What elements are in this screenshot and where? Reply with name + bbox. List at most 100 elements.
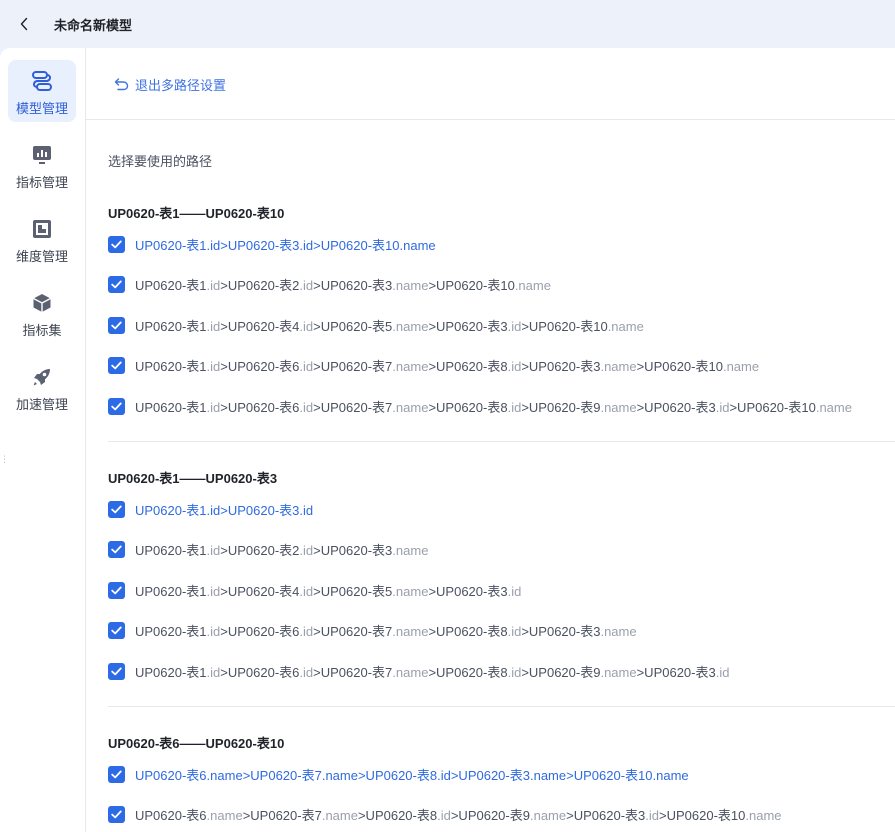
path-option[interactable]: UP0620-表1.id>UP0620-表6.id>UP0620-表7.name… <box>108 397 852 415</box>
sidebar-item-label: 模型管理 <box>15 101 68 116</box>
path-checkbox[interactable] <box>108 357 125 374</box>
path-field-segment: .id <box>507 664 522 680</box>
path-field-segment: .id <box>299 237 314 253</box>
path-option[interactable]: UP0620-表1.id>UP0620-表4.id>UP0620-表5.name… <box>108 316 644 334</box>
path-option[interactable]: UP0620-表1.id>UP0620-表6.id>UP0620-表7.name… <box>108 662 729 680</box>
path-group-title: UP0620-表6——UP0620-表10 <box>108 736 285 751</box>
path-field-segment: .id <box>507 359 522 374</box>
path-field-segment: .name <box>815 399 852 415</box>
path-checkbox[interactable] <box>108 541 125 558</box>
sidebar-item-model-management[interactable]: 模型管理 <box>8 60 76 122</box>
checkmark-icon <box>111 667 122 675</box>
path-table-segment: >UP0620-表6 <box>220 624 300 639</box>
path-option[interactable]: UP0620-表1.id>UP0620-表4.id>UP0620-表5.name… <box>108 581 521 599</box>
path-table-segment: >UP0620-表2 <box>220 543 300 558</box>
top-bar: 未命名新模型 <box>0 0 895 48</box>
main-panel: 退出多路径设置 选择要使用的路径 UP0620-表1——UP0620-表10 UP… <box>86 48 895 832</box>
path-checkbox[interactable] <box>108 276 125 293</box>
cube-icon <box>30 291 54 315</box>
path-table-segment: >UP0620-表3 <box>313 543 393 558</box>
path-field-segment: .name <box>600 624 637 639</box>
path-table-segment: >UP0620-表8 <box>428 399 508 415</box>
path-field-segment: .id <box>206 318 221 334</box>
path-checkbox[interactable] <box>108 662 125 680</box>
path-field-segment: .name <box>392 583 429 599</box>
path-field-segment: .name <box>600 399 637 415</box>
checkmark-icon <box>111 545 122 554</box>
path-option[interactable]: UP0620-表1.id>UP0620-表3.id>UP0620-表10.nam… <box>108 235 436 253</box>
divider <box>86 119 895 120</box>
path-table-segment: >UP0620-表6 <box>220 399 300 415</box>
path-checkbox[interactable] <box>108 581 125 599</box>
path-field-segment: .id <box>206 502 221 518</box>
path-option[interactable]: UP0620-表1.id>UP0620-表3.id <box>108 500 313 518</box>
path-field-segment: .name <box>392 664 429 680</box>
path-table-segment: UP0620-表1 <box>135 543 207 558</box>
path-field-segment: .id <box>507 583 522 599</box>
path-table-segment: >UP0620-表9 <box>521 664 601 680</box>
path-checkbox[interactable] <box>108 500 125 518</box>
checkmark-icon <box>111 402 122 410</box>
path-text: UP0620-表1.id>UP0620-表6.id>UP0620-表7.name… <box>135 662 729 681</box>
path-text: UP0620-表6.name>UP0620-表7.name>UP0620-表8.… <box>135 805 782 824</box>
path-table-segment: UP0620-表6 <box>135 808 207 823</box>
sidebar: 模型管理 指标管理 维度管理 指标集 加速管理 <box>0 48 86 832</box>
path-field-segment: .name <box>392 624 429 639</box>
path-table-segment: >UP0620-表8 <box>428 359 508 374</box>
path-table-segment: UP0620-表1 <box>135 399 207 415</box>
path-table-segment: >UP0620-表4 <box>220 318 300 334</box>
path-table-segment: >UP0620-表9 <box>521 399 601 415</box>
path-field-segment: .name <box>722 359 760 374</box>
path-field-segment: .id <box>299 624 314 639</box>
path-table-segment: >UP0620-表10 <box>566 767 653 783</box>
path-checkbox[interactable] <box>108 765 125 783</box>
group-divider <box>108 441 895 442</box>
sidebar-item-metric-management[interactable]: 指标管理 <box>8 134 76 196</box>
path-checkbox[interactable] <box>108 397 125 415</box>
path-table-segment: >UP0620-表10 <box>313 237 400 253</box>
path-option[interactable]: UP0620-表6.name>UP0620-表7.name>UP0620-表8.… <box>108 765 689 783</box>
undo-icon <box>114 78 129 91</box>
path-option[interactable]: UP0620-表1.id>UP0620-表6.id>UP0620-表7.name… <box>108 622 637 640</box>
sidebar-item-metric-set[interactable]: 指标集 <box>8 282 76 344</box>
sidebar-item-acceleration-management[interactable]: 加速管理 <box>8 356 76 418</box>
path-table-segment: >UP0620-表3 <box>521 359 601 374</box>
path-table-segment: >UP0620-表8 <box>357 808 438 823</box>
checkmark-icon <box>111 361 122 370</box>
page-title: 未命名新模型 <box>54 17 133 33</box>
path-checkbox[interactable] <box>108 806 125 823</box>
sidebar-item-label: 维度管理 <box>15 249 68 264</box>
path-checkbox[interactable] <box>108 235 125 253</box>
path-checkbox[interactable] <box>108 622 125 639</box>
path-field-segment: .id <box>206 359 221 374</box>
path-field-segment: .name <box>392 359 429 374</box>
path-field-segment: .id <box>299 502 314 518</box>
path-checkbox[interactable] <box>108 316 125 334</box>
path-text: UP0620-表1.id>UP0620-表3.id>UP0620-表10.nam… <box>135 235 436 254</box>
path-field-segment: .name <box>529 808 567 823</box>
path-table-segment: >UP0620-表2 <box>220 278 300 293</box>
sidebar-item-dimension-management[interactable]: 维度管理 <box>8 208 76 270</box>
path-text: UP0620-表1.id>UP0620-表2.id>UP0620-表3.name <box>135 540 428 559</box>
path-text: UP0620-表1.id>UP0620-表6.id>UP0620-表7.name… <box>135 397 852 416</box>
path-option[interactable]: UP0620-表1.id>UP0620-表2.id>UP0620-表3.name… <box>108 276 551 294</box>
exit-multipath-button[interactable]: 退出多路径设置 <box>114 74 226 94</box>
path-field-segment: .id <box>299 278 314 293</box>
path-table-segment: >UP0620-表3 <box>428 583 508 599</box>
back-button[interactable] <box>14 14 34 34</box>
path-table-segment: UP0620-表1 <box>135 318 207 334</box>
path-option[interactable]: UP0620-表1.id>UP0620-表6.id>UP0620-表7.name… <box>108 357 759 375</box>
path-field-segment: .id <box>507 399 522 415</box>
path-text: UP0620-表1.id>UP0620-表4.id>UP0620-表5.name… <box>135 581 521 600</box>
checkmark-icon <box>111 626 122 635</box>
path-field-segment: .name <box>399 237 436 253</box>
path-field-segment: .id <box>206 583 221 599</box>
path-field-segment: .id <box>299 318 314 334</box>
path-group-title: UP0620-表1——UP0620-表3 <box>108 471 278 486</box>
path-table-segment: >UP0620-表7 <box>313 399 393 415</box>
path-option[interactable]: UP0620-表1.id>UP0620-表2.id>UP0620-表3.name <box>108 541 428 559</box>
path-table-segment: >UP0620-表10 <box>428 278 515 293</box>
path-option[interactable]: UP0620-表6.name>UP0620-表7.name>UP0620-表8.… <box>108 806 782 824</box>
path-field-segment: .id <box>206 399 221 415</box>
path-table-segment: >UP0620-表8 <box>428 624 508 639</box>
